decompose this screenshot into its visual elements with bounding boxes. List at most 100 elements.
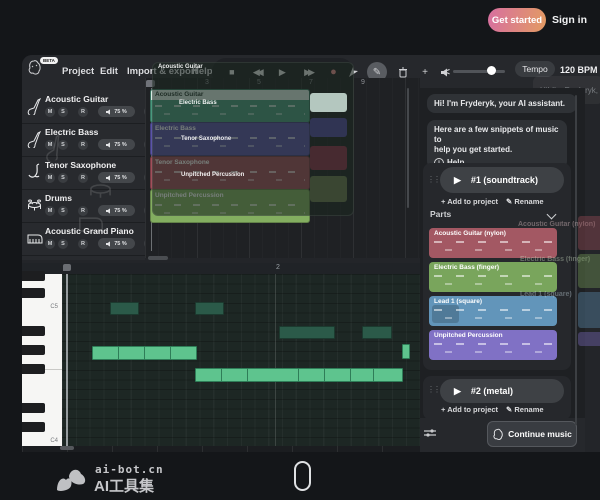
piano-note[interactable]	[324, 368, 351, 382]
part-acoustic-guitar-nylon[interactable]: Acoustic Guitar (nylon)	[429, 228, 557, 258]
clip-acoustic-guitar[interactable]: Acoustic Guitar	[150, 89, 310, 123]
mute-button[interactable]: M	[45, 140, 55, 150]
timeline-vertical-scrollbar[interactable]	[407, 88, 409, 208]
solo-button[interactable]: S	[58, 173, 68, 183]
arm-record-button[interactable]: R	[78, 239, 88, 249]
settings-sliders-icon[interactable]	[424, 428, 436, 438]
piano-note[interactable]	[110, 302, 139, 315]
stop-button[interactable]: ■	[229, 68, 234, 77]
black-key[interactable]	[22, 326, 45, 336]
solo-button[interactable]: S	[58, 239, 68, 249]
rewind-button[interactable]: ◀◀	[253, 68, 261, 77]
black-key[interactable]	[22, 403, 45, 413]
mute-button[interactable]: M	[45, 107, 55, 117]
solo-button[interactable]: S	[58, 140, 68, 150]
piano-note[interactable]	[195, 368, 223, 382]
piano-note[interactable]	[195, 302, 224, 315]
part-electric-bass-finger[interactable]: Electric Bass (finger)	[429, 262, 557, 292]
piano-note[interactable]	[221, 368, 248, 382]
piano-note[interactable]	[170, 346, 197, 360]
track-volume[interactable]: 75 %	[98, 238, 135, 249]
snippet-1-play-pill[interactable]: ▶ #1 (soundtrack)	[440, 167, 564, 193]
track-row-tenor-saxophone[interactable]: Tenor Saxophone M S R 75 % ⚙	[22, 156, 145, 190]
black-key[interactable]	[22, 422, 45, 432]
timeline-horizontal-scrollbar[interactable]	[148, 256, 168, 260]
track-volume[interactable]: 75 %	[98, 205, 135, 216]
track-volume[interactable]: 75 %	[98, 172, 135, 183]
part-lead-1-square[interactable]: Lead 1 (square)	[429, 296, 557, 326]
volume-slider-knob[interactable]	[487, 66, 496, 75]
mute-button[interactable]: M	[45, 206, 55, 216]
app-logo-icon	[492, 428, 504, 441]
track-row-drums[interactable]: Drums M S R 75 % ⚙	[22, 189, 145, 223]
play-icon[interactable]: ▶	[454, 386, 461, 397]
track-list: Acoustic Guitar M S R 75 % ⚙ Electric Ba…	[22, 90, 145, 260]
piano-note[interactable]	[279, 326, 335, 339]
tempo-value[interactable]: 120 BPM	[560, 65, 598, 75]
mute-button[interactable]: M	[45, 173, 55, 183]
track-volume[interactable]: 75 %	[98, 139, 135, 150]
track-volume[interactable]: 75 %	[98, 106, 135, 117]
scroll-mouse-indicator	[294, 461, 311, 491]
menu-import-export[interactable]: Import & export	[127, 66, 198, 77]
piano-roll-grid[interactable]	[62, 274, 427, 446]
piano-keyboard[interactable]: C5C4	[22, 274, 62, 446]
black-key[interactable]	[22, 345, 45, 355]
piano-note[interactable]	[92, 346, 119, 360]
arm-record-button[interactable]: R	[78, 206, 88, 216]
play-icon[interactable]: ▶	[454, 175, 461, 186]
arrangement-playhead-marker[interactable]	[146, 80, 155, 87]
get-started-button[interactable]: Get started	[488, 8, 546, 32]
piano-roll-ruler[interactable]	[22, 263, 427, 274]
piano-note[interactable]	[362, 326, 392, 339]
piano-note[interactable]	[350, 368, 374, 382]
fast-forward-button[interactable]: ▶▶	[304, 68, 312, 77]
rename-button[interactable]: ✎ Rename	[506, 197, 544, 206]
part-unpitched-percussion[interactable]: Unpitched Percussion	[429, 330, 557, 360]
piano-note[interactable]	[118, 346, 145, 360]
black-key[interactable]	[22, 288, 45, 298]
clip-electric-bass[interactable]: Electric Bass	[150, 122, 310, 156]
mute-button[interactable]: M	[45, 239, 55, 249]
ruler-mark: 5	[257, 79, 261, 86]
continue-music-button[interactable]: Continue music	[487, 421, 577, 447]
sign-in-link[interactable]: Sign in	[552, 14, 587, 26]
add-to-project-button[interactable]: + Add to project	[441, 197, 498, 206]
arm-record-button[interactable]: R	[78, 140, 88, 150]
piano-note[interactable]	[373, 368, 403, 382]
tempo-button[interactable]: Tempo	[515, 61, 555, 77]
menu-project[interactable]: Project	[62, 66, 94, 77]
menu-help[interactable]: Help	[192, 66, 213, 77]
piano-roll-scroll-thumb[interactable]	[60, 446, 74, 450]
rename-button[interactable]: ✎ Rename	[506, 405, 544, 414]
drag-handle-icon[interactable]: ⋮⋮	[427, 385, 439, 394]
play-button[interactable]: ▶	[279, 68, 286, 77]
clip-notes-preview	[155, 102, 305, 119]
volume-slider[interactable]	[453, 70, 505, 73]
arm-record-button[interactable]: R	[78, 173, 88, 183]
drums-icon	[27, 196, 42, 214]
piano-note[interactable]	[402, 344, 410, 359]
black-key[interactable]	[22, 271, 45, 281]
menu-edit[interactable]: Edit	[100, 66, 118, 77]
solo-button[interactable]: S	[58, 206, 68, 216]
piano-note[interactable]	[247, 368, 299, 382]
add-to-project-button[interactable]: + Add to project	[441, 405, 498, 414]
parts-section-header[interactable]: Parts	[430, 209, 451, 219]
piano-roll-playhead-marker[interactable]	[63, 264, 71, 271]
snippet-2-play-pill[interactable]: ▶ #2 (metal)	[440, 379, 564, 403]
piano-note[interactable]	[144, 346, 171, 360]
clip-tenor-saxophone[interactable]: Tenor Saxophone	[150, 156, 310, 190]
track-row-acoustic-guitar[interactable]: Acoustic Guitar M S R 75 % ⚙	[22, 90, 145, 124]
record-button[interactable]: ●	[330, 67, 337, 78]
beta-badge: BETA	[40, 57, 58, 64]
black-key[interactable]	[22, 364, 45, 374]
assistant-scrollbar[interactable]	[575, 95, 577, 425]
arm-record-button[interactable]: R	[78, 107, 88, 117]
piano-note[interactable]	[298, 368, 325, 382]
drag-handle-icon[interactable]: ⋮⋮	[427, 175, 439, 184]
clip-unpitched-percussion[interactable]: Unpitched Percussion	[150, 189, 310, 223]
track-row-electric-bass[interactable]: Electric Bass M S R 75 % ⚙	[22, 123, 145, 157]
solo-button[interactable]: S	[58, 107, 68, 117]
track-row-acoustic-grand-piano[interactable]: Acoustic Grand Piano M S R 75 % ⚙	[22, 222, 145, 256]
